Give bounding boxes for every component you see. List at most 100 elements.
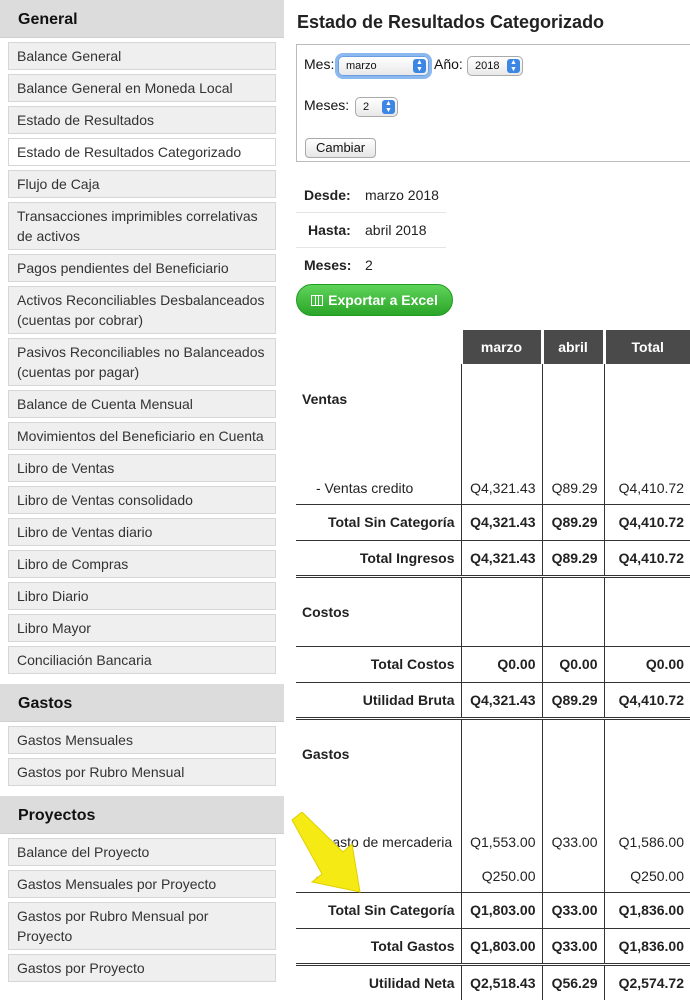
cell-value: Q4,321.43 [460, 503, 542, 540]
sidebar-item[interactable]: Conciliación Bancaria [8, 646, 276, 674]
sidebar-list: Balance del Proyecto Gastos Mensuales por… [0, 834, 284, 982]
sidebar-list: Balance General Balance General en Moneda… [0, 38, 284, 674]
cell-value: Q4,410.72 [603, 434, 690, 504]
row-label: Total Costos [296, 645, 461, 682]
table-row: Gastos [296, 716, 690, 788]
sidebar-item[interactable]: Pagos pendientes del Beneficiario [8, 254, 276, 282]
cell-value: Q250.00 [460, 858, 542, 892]
mes-select-value: marzo [346, 60, 377, 72]
sidebar-item[interactable]: Activos Reconciliables Desbalanceados (c… [8, 286, 276, 334]
table-row: Total Gastos Q1,803.00 Q33.00 Q1,836.00 [296, 927, 690, 964]
cell-value [541, 716, 604, 788]
sidebar-item[interactable]: Balance General en Moneda Local [8, 74, 276, 102]
cell-value [603, 364, 690, 434]
row-label: Total Ingresos [296, 539, 461, 576]
desde-label: Desde: [304, 187, 351, 203]
cell-value: Q89.29 [541, 503, 604, 540]
meses-label: Meses: [304, 97, 350, 113]
column-header: abril [540, 330, 604, 364]
cell-value: Q250.00 [603, 858, 690, 892]
cell-value: Q33.00 [541, 927, 604, 964]
anio-select[interactable]: 2018 ▲ ▼ [467, 56, 523, 76]
cell-value: Q33.00 [541, 891, 604, 928]
cell-value: Q89.29 [541, 681, 604, 718]
row-label: Ventas [302, 391, 348, 407]
cell-value [541, 574, 604, 646]
sidebar-item[interactable]: Pasivos Reconciliables no Balanceados (c… [8, 338, 276, 386]
cell-value [541, 858, 604, 892]
export-excel-label: Exportar a Excel [328, 292, 438, 308]
anio-label: Año: [434, 56, 463, 72]
sidebar-item[interactable]: Libro Mayor [8, 614, 276, 642]
table-row: Total Costos Q0.00 Q0.00 Q0.00 [296, 645, 690, 682]
cell-value: Q2,574.72 [603, 962, 690, 1000]
sidebar-list: Gastos Mensuales Gastos por Rubro Mensual [0, 722, 284, 786]
hasta-value: abril 2018 [365, 222, 427, 238]
row-label: Costos [296, 574, 461, 646]
sidebar-item[interactable]: Estado de Resultados Categorizado [8, 138, 276, 166]
cell-value: Q1,803.00 [460, 927, 542, 964]
row-label: Utilidad Bruta [296, 681, 461, 718]
cell-value: Q89.29 [541, 539, 604, 576]
row-label: - Ventas credito [316, 479, 414, 496]
sidebar-item[interactable]: Libro de Ventas [8, 454, 276, 482]
cell-value [603, 716, 690, 788]
meses-row: Meses: 2 [296, 248, 446, 282]
sidebar-item[interactable]: Gastos Mensuales [8, 726, 276, 754]
sidebar-item[interactable]: Gastos por Rubro Mensual por Proyecto [8, 902, 276, 950]
sidebar-item[interactable]: Transacciones imprimibles correlativas d… [8, 202, 276, 250]
column-header: Total [602, 330, 690, 364]
cell-value: Q1,836.00 [603, 891, 690, 928]
page-title: Estado de Resultados Categorizado [297, 12, 605, 32]
table-row: Ventas [296, 364, 690, 434]
table-icon [311, 294, 324, 306]
mes-label: Mes: [304, 56, 335, 72]
cell-value: Q0.00 [603, 645, 690, 682]
row-label: Total Gastos [296, 927, 461, 964]
sidebar-item[interactable]: Balance General [8, 42, 276, 70]
table-row: Total Ingresos Q4,321.43 Q89.29 Q4,410.72 [296, 539, 690, 576]
sidebar-item[interactable]: Libro Diario [8, 582, 276, 610]
cell-value: Q4,410.72 [603, 681, 690, 718]
main-content: Estado de Resultados Categorizado Mes: m… [291, 0, 690, 1000]
sidebar-item[interactable]: Gastos por Proyecto [8, 954, 276, 982]
sidebar-item[interactable]: Libro de Ventas consolidado [8, 486, 276, 514]
column-header: marzo [459, 330, 542, 364]
meses-info-label: Meses: [304, 257, 352, 273]
sidebar-item[interactable]: Balance del Proyecto [8, 838, 276, 866]
sidebar: General Balance General Balance General en… [0, 0, 284, 982]
cell-value: Q2,518.43 [460, 962, 542, 1000]
meses-info-value: 2 [365, 257, 373, 273]
mes-select[interactable]: marzo ▲ ▼ [338, 56, 429, 76]
cell-value: Q1,553.00 [460, 788, 542, 858]
sidebar-section-general: General [0, 0, 284, 38]
select-arrows-icon: ▲ ▼ [507, 59, 520, 73]
row-label: Total Sin Categoría [296, 503, 461, 540]
sidebar-item[interactable]: Libro de Ventas diario [8, 518, 276, 546]
desde-value: marzo 2018 [365, 187, 439, 203]
sidebar-section-proyectos: Proyectos [0, 796, 284, 834]
cell-value [460, 364, 542, 434]
sidebar-item[interactable]: Estado de Resultados [8, 106, 276, 134]
sidebar-item[interactable]: Gastos Mensuales por Proyecto [8, 870, 276, 898]
sidebar-item[interactable]: Balance de Cuenta Mensual [8, 390, 276, 418]
cambiar-button[interactable]: Cambiar [305, 138, 377, 158]
meses-select[interactable]: 2 ▲ ▼ [355, 97, 398, 117]
yellow-arrow-annotation [291, 812, 361, 893]
row-label: Gastos [296, 716, 461, 788]
export-excel-button[interactable]: Exportar a Excel [296, 284, 453, 316]
row-label: Utilidad Neta [296, 962, 461, 1000]
sidebar-section-gastos: Gastos [0, 684, 284, 722]
cell-value: Q4,410.72 [603, 503, 690, 540]
sidebar-item[interactable]: Libro de Compras [8, 550, 276, 578]
hasta-row: Hasta: abril 2018 [296, 213, 446, 248]
table-row: Total Sin Categoría Q4,321.43 Q89.29 Q4,410… [296, 503, 690, 540]
sidebar-item[interactable]: Flujo de Caja [8, 170, 276, 198]
cell-value [460, 574, 542, 646]
header-blank [296, 330, 461, 364]
cell-value: Q1,586.00 [603, 788, 690, 858]
cell-value: Q1,803.00 [460, 891, 542, 928]
sidebar-item[interactable]: Movimientos del Beneficiario en Cuenta [8, 422, 276, 450]
sidebar-item[interactable]: Gastos por Rubro Mensual [8, 758, 276, 786]
